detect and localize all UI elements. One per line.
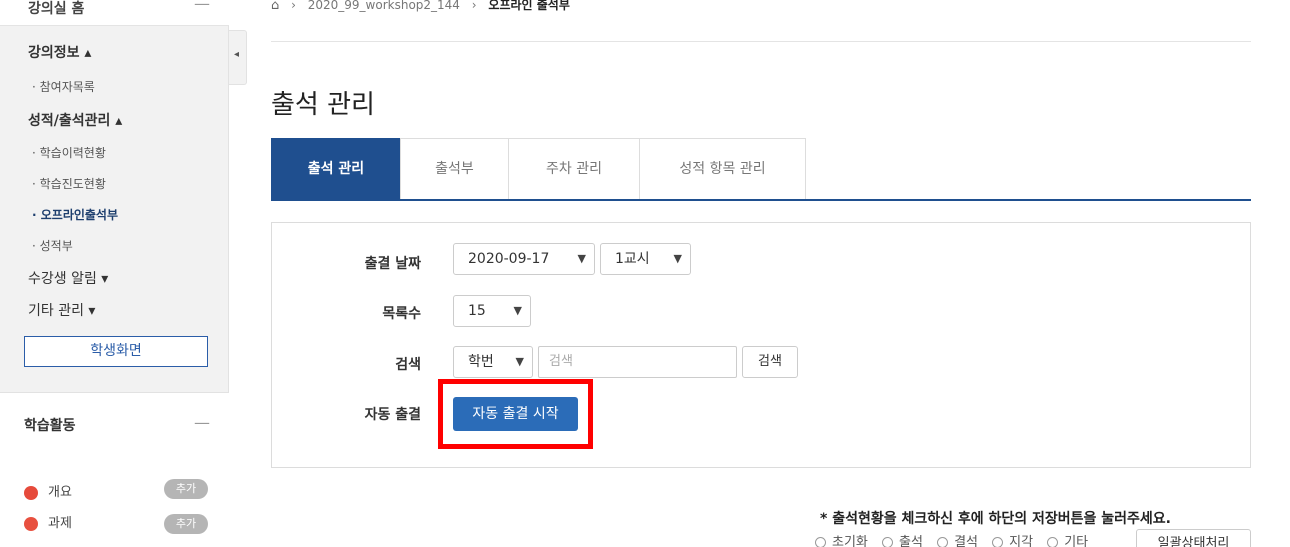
search-field-value: 학번 xyxy=(468,354,494,370)
search-button[interactable]: 검색 xyxy=(742,346,798,378)
breadcrumb-course[interactable]: 2020_99_workshop2_144 xyxy=(308,0,460,12)
status-radio-group: 초기화 출석 결석 지각 기타 xyxy=(805,531,1088,547)
sidebar-title[interactable]: 강의실 홈 xyxy=(28,0,84,18)
page-title: 출석 관리 xyxy=(271,90,375,120)
period-select-value: 1교시 xyxy=(615,251,650,267)
activity-item-label: 과제 xyxy=(48,516,72,531)
radio-label: 초기화 xyxy=(832,535,868,547)
tab-underline xyxy=(271,199,1251,201)
chevron-left-icon: ◂ xyxy=(234,49,240,60)
date-select-value: 2020-09-17 xyxy=(468,251,550,267)
sidebar-item-label: · 오프라인출석부 xyxy=(32,208,119,222)
chevron-down-icon: ▼ xyxy=(673,252,682,265)
assignment-icon xyxy=(24,516,38,531)
sidebar-item-label: 강의정보 ▴ xyxy=(28,45,92,61)
sidebar-item-label: 성적/출석관리 ▴ xyxy=(28,113,123,129)
tab-week-management[interactable]: 주차 관리 xyxy=(508,138,640,200)
radio-button[interactable] xyxy=(937,537,949,547)
breadcrumb-separator: › xyxy=(291,0,296,12)
breadcrumb-separator: › xyxy=(471,0,477,12)
activity-item-label: 개요 xyxy=(48,485,72,500)
sidebar-item-label: 수강생 알림 ▾ xyxy=(28,271,109,287)
chevron-down-icon: ▼ xyxy=(577,252,586,265)
date-select[interactable]: 2020-09-17 ▼ xyxy=(453,243,595,275)
breadcrumb: ⌂ › 2020_99_workshop2_144 › 오프라인 출석부 xyxy=(271,0,570,13)
collapse-dash-icon[interactable]: — xyxy=(194,413,210,432)
radio-label: 기타 xyxy=(1064,535,1089,547)
radio-label: 결석 xyxy=(954,535,979,547)
sidebar-header: 강의실 홈 — xyxy=(0,0,229,26)
sidebar-toggle[interactable]: ◂ xyxy=(229,30,247,85)
tab-attendance-management[interactable]: 출석 관리 xyxy=(271,138,401,200)
home-icon[interactable]: ⌂ xyxy=(271,0,279,13)
chevron-down-icon: ▼ xyxy=(513,304,522,317)
search-input[interactable]: 검색 xyxy=(538,346,737,378)
radio-label: 출석 xyxy=(899,535,923,547)
search-label: 검색 xyxy=(395,357,421,373)
collapse-dash-icon[interactable]: — xyxy=(194,0,210,13)
search-field-select[interactable]: 학번 ▼ xyxy=(453,346,533,378)
radio-button[interactable] xyxy=(815,537,826,547)
highlight-box xyxy=(438,379,593,449)
tab-grade-items[interactable]: 성적 항목 관리 xyxy=(639,138,806,200)
save-notice: * 출석현황을 체크하신 후에 하단의 저장버튼을 눌러주세요. xyxy=(820,511,1172,527)
chevron-down-icon: ▼ xyxy=(515,355,524,368)
sidebar-item-label: 기타 관리 ▾ xyxy=(28,303,96,319)
breadcrumb-current: 오프라인 출석부 xyxy=(488,0,570,12)
batch-status-button[interactable]: 일괄상태처리 xyxy=(1136,529,1251,547)
sidebar-item-label: · 참여자목록 xyxy=(32,80,95,94)
list-count-value: 15 xyxy=(468,303,486,319)
radio-button[interactable] xyxy=(882,537,894,547)
activity-item-overview[interactable]: 개요 xyxy=(24,481,72,500)
pencil-icon xyxy=(24,485,38,500)
student-view-button[interactable]: 학생화면 xyxy=(24,336,208,367)
add-badge[interactable]: 추가 xyxy=(164,514,208,534)
sidebar-item-label: · 성적부 xyxy=(32,239,73,253)
sidebar: 강의실 홈 — 강의정보 ▴ · 참여자목록 성적/출석관리 ▴ · 학습이력현… xyxy=(0,0,229,547)
activity-item-assignment[interactable]: 과제 xyxy=(24,512,72,531)
sidebar-item-label: · 학습진도현황 xyxy=(32,177,106,191)
list-count-select[interactable]: 15 ▼ xyxy=(453,295,531,327)
radio-button[interactable] xyxy=(1047,537,1059,547)
activity-title: 학습활동 xyxy=(24,418,76,434)
radio-label: 지각 xyxy=(1009,535,1034,547)
tab-attendance-book[interactable]: 출석부 xyxy=(400,138,509,200)
sidebar-item-label: · 학습이력현황 xyxy=(32,146,106,160)
auto-attendance-label: 자동 출결 xyxy=(364,407,421,423)
add-badge[interactable]: 추가 xyxy=(164,479,208,499)
list-count-label: 목록수 xyxy=(382,306,421,322)
divider xyxy=(271,41,1251,42)
page-root: 강의실 홈 — 강의정보 ▴ · 참여자목록 성적/출석관리 ▴ · 학습이력현… xyxy=(0,0,1290,547)
radio-button[interactable] xyxy=(992,537,1004,547)
activity-panel: 학습활동 — 개요 추가 과제 추가 xyxy=(0,392,229,547)
date-label: 출결 날짜 xyxy=(364,256,421,272)
period-select[interactable]: 1교시 ▼ xyxy=(600,243,691,275)
